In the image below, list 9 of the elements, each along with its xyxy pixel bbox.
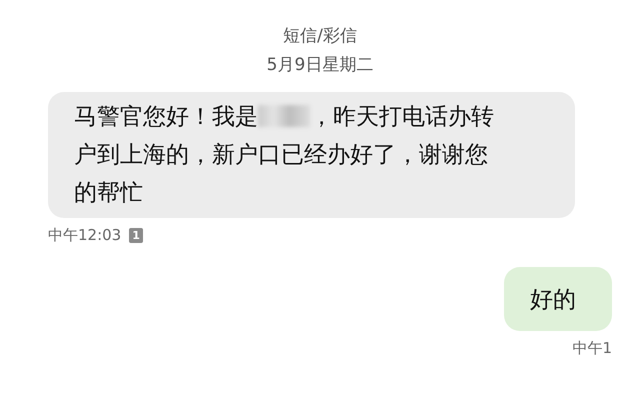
message-time: 中午1 [572, 339, 612, 358]
message-time: 中午12:03 [48, 226, 122, 245]
sim-badge: 1 [129, 228, 143, 243]
conversation-title: 短信/彩信 [283, 25, 357, 47]
message-text: ，昨天打电话办转 [310, 104, 494, 130]
message-text: 好的 [530, 287, 576, 313]
date-label: 5月9日星期二 [266, 54, 374, 76]
message-text: 马警官您好！我是 [74, 104, 258, 130]
message-text: 户到上海的，新户口已经办好了，谢谢您的帮忙 [74, 141, 489, 208]
